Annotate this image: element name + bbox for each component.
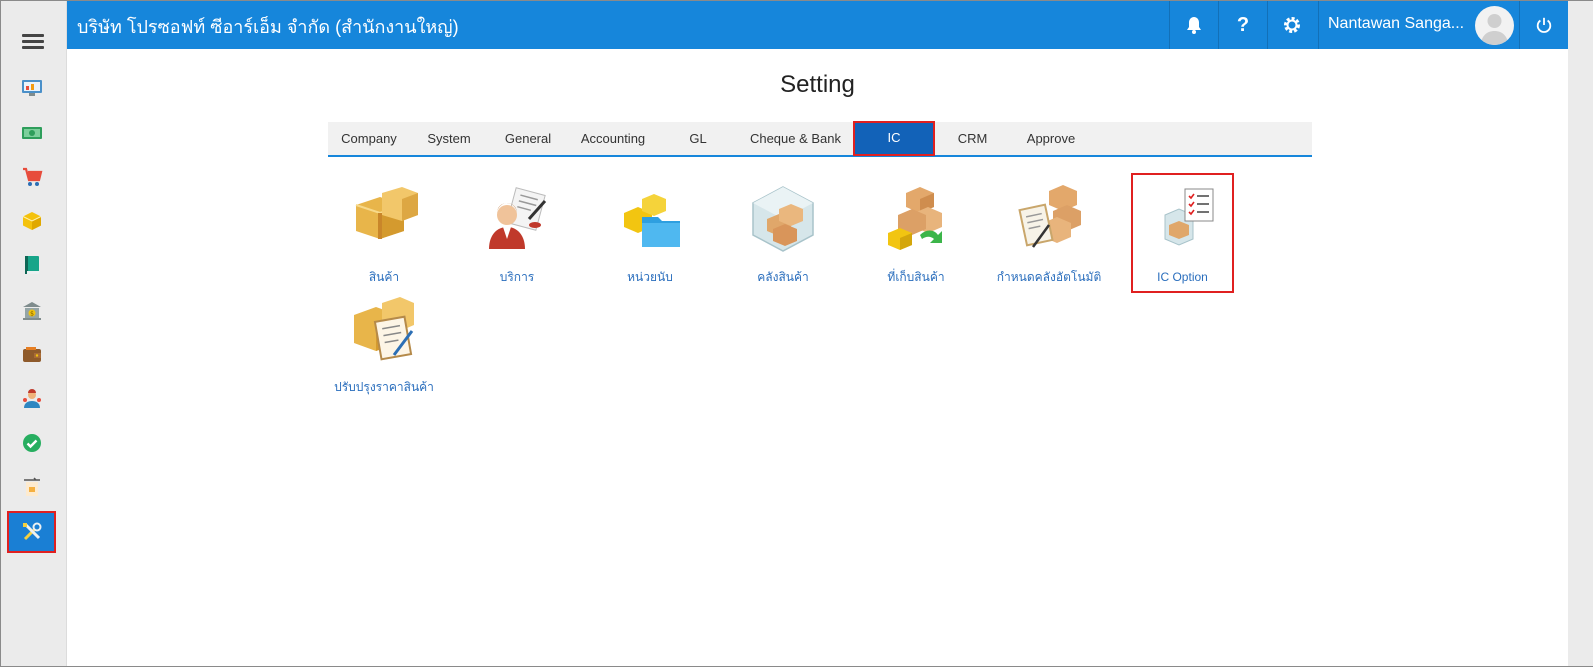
avatar	[1475, 6, 1514, 45]
cash-icon	[21, 127, 42, 139]
bank-icon: $	[22, 302, 41, 320]
tile-ic-option[interactable]: IC Option	[1131, 173, 1234, 293]
tab-cheque-bank[interactable]: Cheque & Bank	[738, 122, 853, 155]
top-bar: บริษัท โปรซอฟท์ ซีอาร์เอ็ม จำกัด (สำนักง…	[67, 1, 1568, 49]
sidebar-item-settings[interactable]	[7, 511, 56, 553]
tab-ic[interactable]: IC	[853, 121, 935, 156]
tab-general[interactable]: General	[488, 122, 568, 155]
sidebar-item-contacts[interactable]	[7, 379, 56, 419]
svg-text:$: $	[30, 311, 34, 318]
boxes-icon	[355, 187, 418, 239]
logout-button[interactable]	[1519, 1, 1568, 49]
notifications-button[interactable]	[1169, 1, 1218, 49]
warehouse-icon	[752, 186, 814, 252]
tab-accounting[interactable]: Accounting	[568, 122, 658, 155]
tile-label: กำหนดคลังอัตโนมัติ	[996, 270, 1102, 284]
ic-option-icon	[1164, 188, 1213, 246]
box-icon	[22, 212, 41, 230]
tab-crm[interactable]: CRM	[935, 122, 1010, 155]
settings-button[interactable]	[1267, 1, 1316, 49]
sidebar-item-transfer[interactable]	[7, 467, 56, 507]
service-person-icon	[489, 187, 547, 249]
tile-storage-location[interactable]: ที่เก็บสินค้า	[856, 183, 976, 287]
help-button[interactable]: ?	[1218, 1, 1267, 49]
shopping-cart-icon	[22, 167, 42, 186]
tile-unit[interactable]: หน่วยนับ	[590, 183, 710, 287]
sidebar-item-inventory[interactable]	[7, 201, 56, 241]
tile-label: หน่วยนับ	[627, 270, 673, 284]
wallet-icon	[22, 347, 41, 362]
tile-label: ปรับปรุงราคาสินค้า	[334, 380, 434, 394]
tile-label: ที่เก็บสินค้า	[887, 270, 945, 284]
tile-service[interactable]: บริการ	[457, 183, 577, 287]
unit-folder-icon	[624, 194, 680, 247]
settings-tabs: Company System General Accounting GL Che…	[328, 121, 1312, 157]
tab-system[interactable]: System	[410, 122, 488, 155]
book-icon	[24, 256, 39, 274]
tools-icon	[22, 522, 41, 541]
sidebar-item-purchase[interactable]	[7, 157, 56, 197]
sidebar: $	[1, 1, 67, 666]
tile-label: บริการ	[499, 270, 535, 284]
gear-icon	[1284, 17, 1300, 33]
transfer-icon	[23, 477, 40, 496]
tab-gl[interactable]: GL	[658, 122, 738, 155]
monitor-chart-icon	[21, 80, 42, 96]
tile-price-update[interactable]: ปรับปรุงราคาสินค้า	[324, 293, 444, 397]
price-update-icon	[354, 297, 414, 361]
tile-auto-warehouse[interactable]: กำหนดคลังอัตโนมัติ	[989, 183, 1109, 287]
right-edge	[1568, 1, 1593, 666]
user-menu[interactable]: Nantawan Sanga...	[1318, 1, 1519, 49]
help-icon: ?	[1236, 13, 1250, 36]
tab-approve[interactable]: Approve	[1010, 122, 1092, 155]
hamburger-icon[interactable]	[22, 34, 44, 50]
bell-icon	[1187, 17, 1201, 34]
people-icon	[22, 389, 41, 408]
user-name: Nantawan Sanga...	[1328, 15, 1465, 32]
power-icon	[1536, 17, 1552, 33]
tile-label: IC Option	[1157, 270, 1208, 284]
auto-warehouse-icon	[1018, 185, 1081, 248]
sidebar-item-bank[interactable]: $	[7, 291, 56, 331]
sidebar-item-approve[interactable]	[7, 423, 56, 463]
sidebar-item-wallet[interactable]	[7, 335, 56, 375]
page-title: Setting	[780, 71, 855, 98]
tile-warehouse[interactable]: คลังสินค้า	[723, 183, 843, 287]
app-window: $ บริษัท โปรซอฟท์ ซีอาร์เอ็ม จำกัด (สำนั…	[0, 0, 1593, 667]
storage-location-icon	[888, 187, 942, 250]
tab-company[interactable]: Company	[328, 122, 410, 155]
company-name[interactable]: บริษัท โปรซอฟท์ ซีอาร์เอ็ม จำกัด (สำนักง…	[77, 12, 459, 41]
tile-label: สินค้า	[368, 270, 400, 284]
check-circle-icon	[22, 434, 41, 452]
tile-product[interactable]: สินค้า	[324, 183, 444, 287]
sidebar-item-dashboard[interactable]	[7, 67, 56, 107]
sidebar-item-finance[interactable]	[7, 113, 56, 153]
sidebar-item-accounting[interactable]	[7, 245, 56, 285]
tile-label: คลังสินค้า	[757, 270, 809, 284]
